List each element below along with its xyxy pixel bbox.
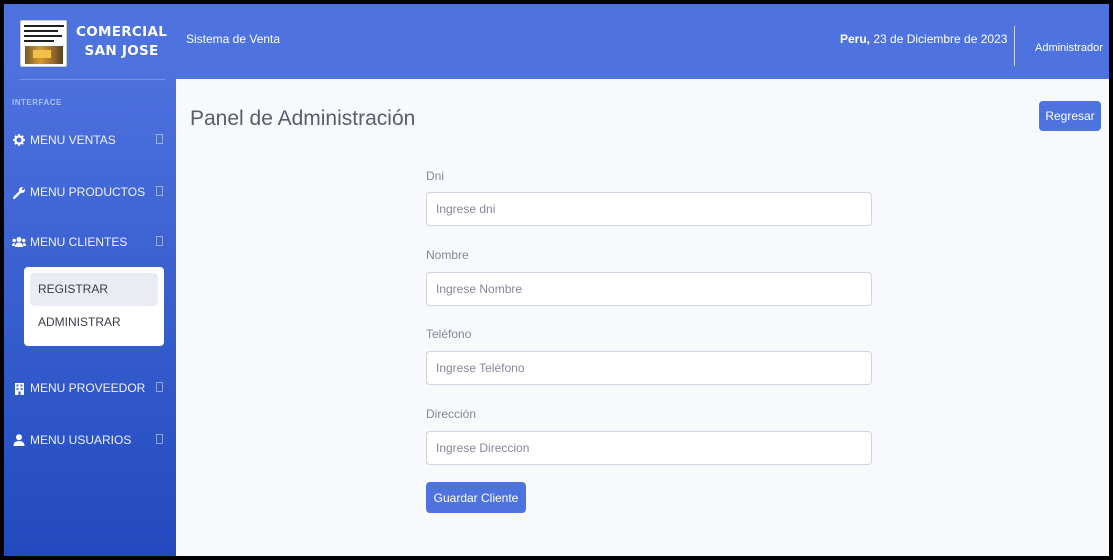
topbar: Sistema de Venta Peru, 23 de Diciembre d… xyxy=(176,4,1109,79)
cog-icon xyxy=(12,133,26,147)
main-content: Panel de Administración Regresar Dni Nom… xyxy=(176,79,1109,556)
telefono-field[interactable] xyxy=(426,351,872,385)
sidebar-item-menu-clientes[interactable]: MENU CLIENTES xyxy=(12,230,172,254)
brand-line-2: SAN JOSE xyxy=(84,43,159,59)
submenu-item-administrar[interactable]: ADMINISTRAR xyxy=(30,306,158,339)
user-menu[interactable]: Administrador xyxy=(1035,42,1103,54)
chevron-right-icon xyxy=(156,134,163,144)
user-icon xyxy=(12,433,26,447)
brand-name: COMERCIAL SAN JOSE xyxy=(76,23,167,61)
wrench-icon xyxy=(12,185,26,199)
sidebar-item-menu-productos[interactable]: MENU PRODUCTOS xyxy=(12,180,172,204)
nombre-label: Nombre xyxy=(426,248,469,262)
brand[interactable]: COMERCIAL SAN JOSE xyxy=(4,4,176,79)
users-icon xyxy=(12,235,26,249)
chevron-right-icon xyxy=(156,236,163,246)
sidebar-item-menu-usuarios[interactable]: MENU USUARIOS xyxy=(12,428,172,452)
sidebar-item-label: MENU PRODUCTOS xyxy=(30,185,146,199)
sidebar: COMERCIAL SAN JOSE INTERFACE MENU VENTAS… xyxy=(4,4,176,556)
dni-label: Dni xyxy=(426,169,445,183)
sidebar-item-menu-proveedor[interactable]: MENU PROVEEDOR xyxy=(12,376,172,400)
chevron-right-icon xyxy=(156,382,163,392)
chevron-right-icon xyxy=(156,186,163,196)
nombre-field[interactable] xyxy=(426,272,872,306)
app-window: COMERCIAL SAN JOSE INTERFACE MENU VENTAS… xyxy=(4,4,1109,556)
sidebar-item-label: MENU PROVEEDOR xyxy=(30,381,146,395)
direccion-field[interactable] xyxy=(426,431,872,465)
chevron-right-icon xyxy=(156,434,163,444)
submenu-item-registrar[interactable]: REGISTRAR xyxy=(30,273,158,306)
sidebar-item-menu-ventas[interactable]: MENU VENTAS xyxy=(12,128,172,152)
back-button[interactable]: Regresar xyxy=(1039,101,1101,131)
telefono-label: Teléfono xyxy=(426,327,472,341)
save-client-button[interactable]: Guardar Cliente xyxy=(426,482,526,513)
direccion-label: Dirección xyxy=(426,407,477,421)
system-title: Sistema de Venta xyxy=(186,32,281,46)
sidebar-item-label: MENU CLIENTES xyxy=(30,235,128,249)
building-icon xyxy=(12,381,26,395)
page-title: Panel de Administración xyxy=(190,107,416,130)
sidebar-divider xyxy=(20,79,165,80)
clientes-submenu: REGISTRAR ADMINISTRAR xyxy=(24,267,164,346)
country-name: Peru, xyxy=(840,32,871,46)
date-value: 23 de Diciembre de 2023 xyxy=(870,32,1008,46)
current-date: Peru, 23 de Diciembre de 2023 xyxy=(840,32,1007,46)
brand-line-1: COMERCIAL xyxy=(76,24,168,40)
sidebar-item-label: MENU VENTAS xyxy=(30,133,116,147)
sidebar-heading: INTERFACE xyxy=(12,98,62,107)
topbar-divider xyxy=(1014,26,1015,66)
company-logo xyxy=(20,20,67,67)
dni-field[interactable] xyxy=(426,192,872,226)
sidebar-item-label: MENU USUARIOS xyxy=(30,433,132,447)
